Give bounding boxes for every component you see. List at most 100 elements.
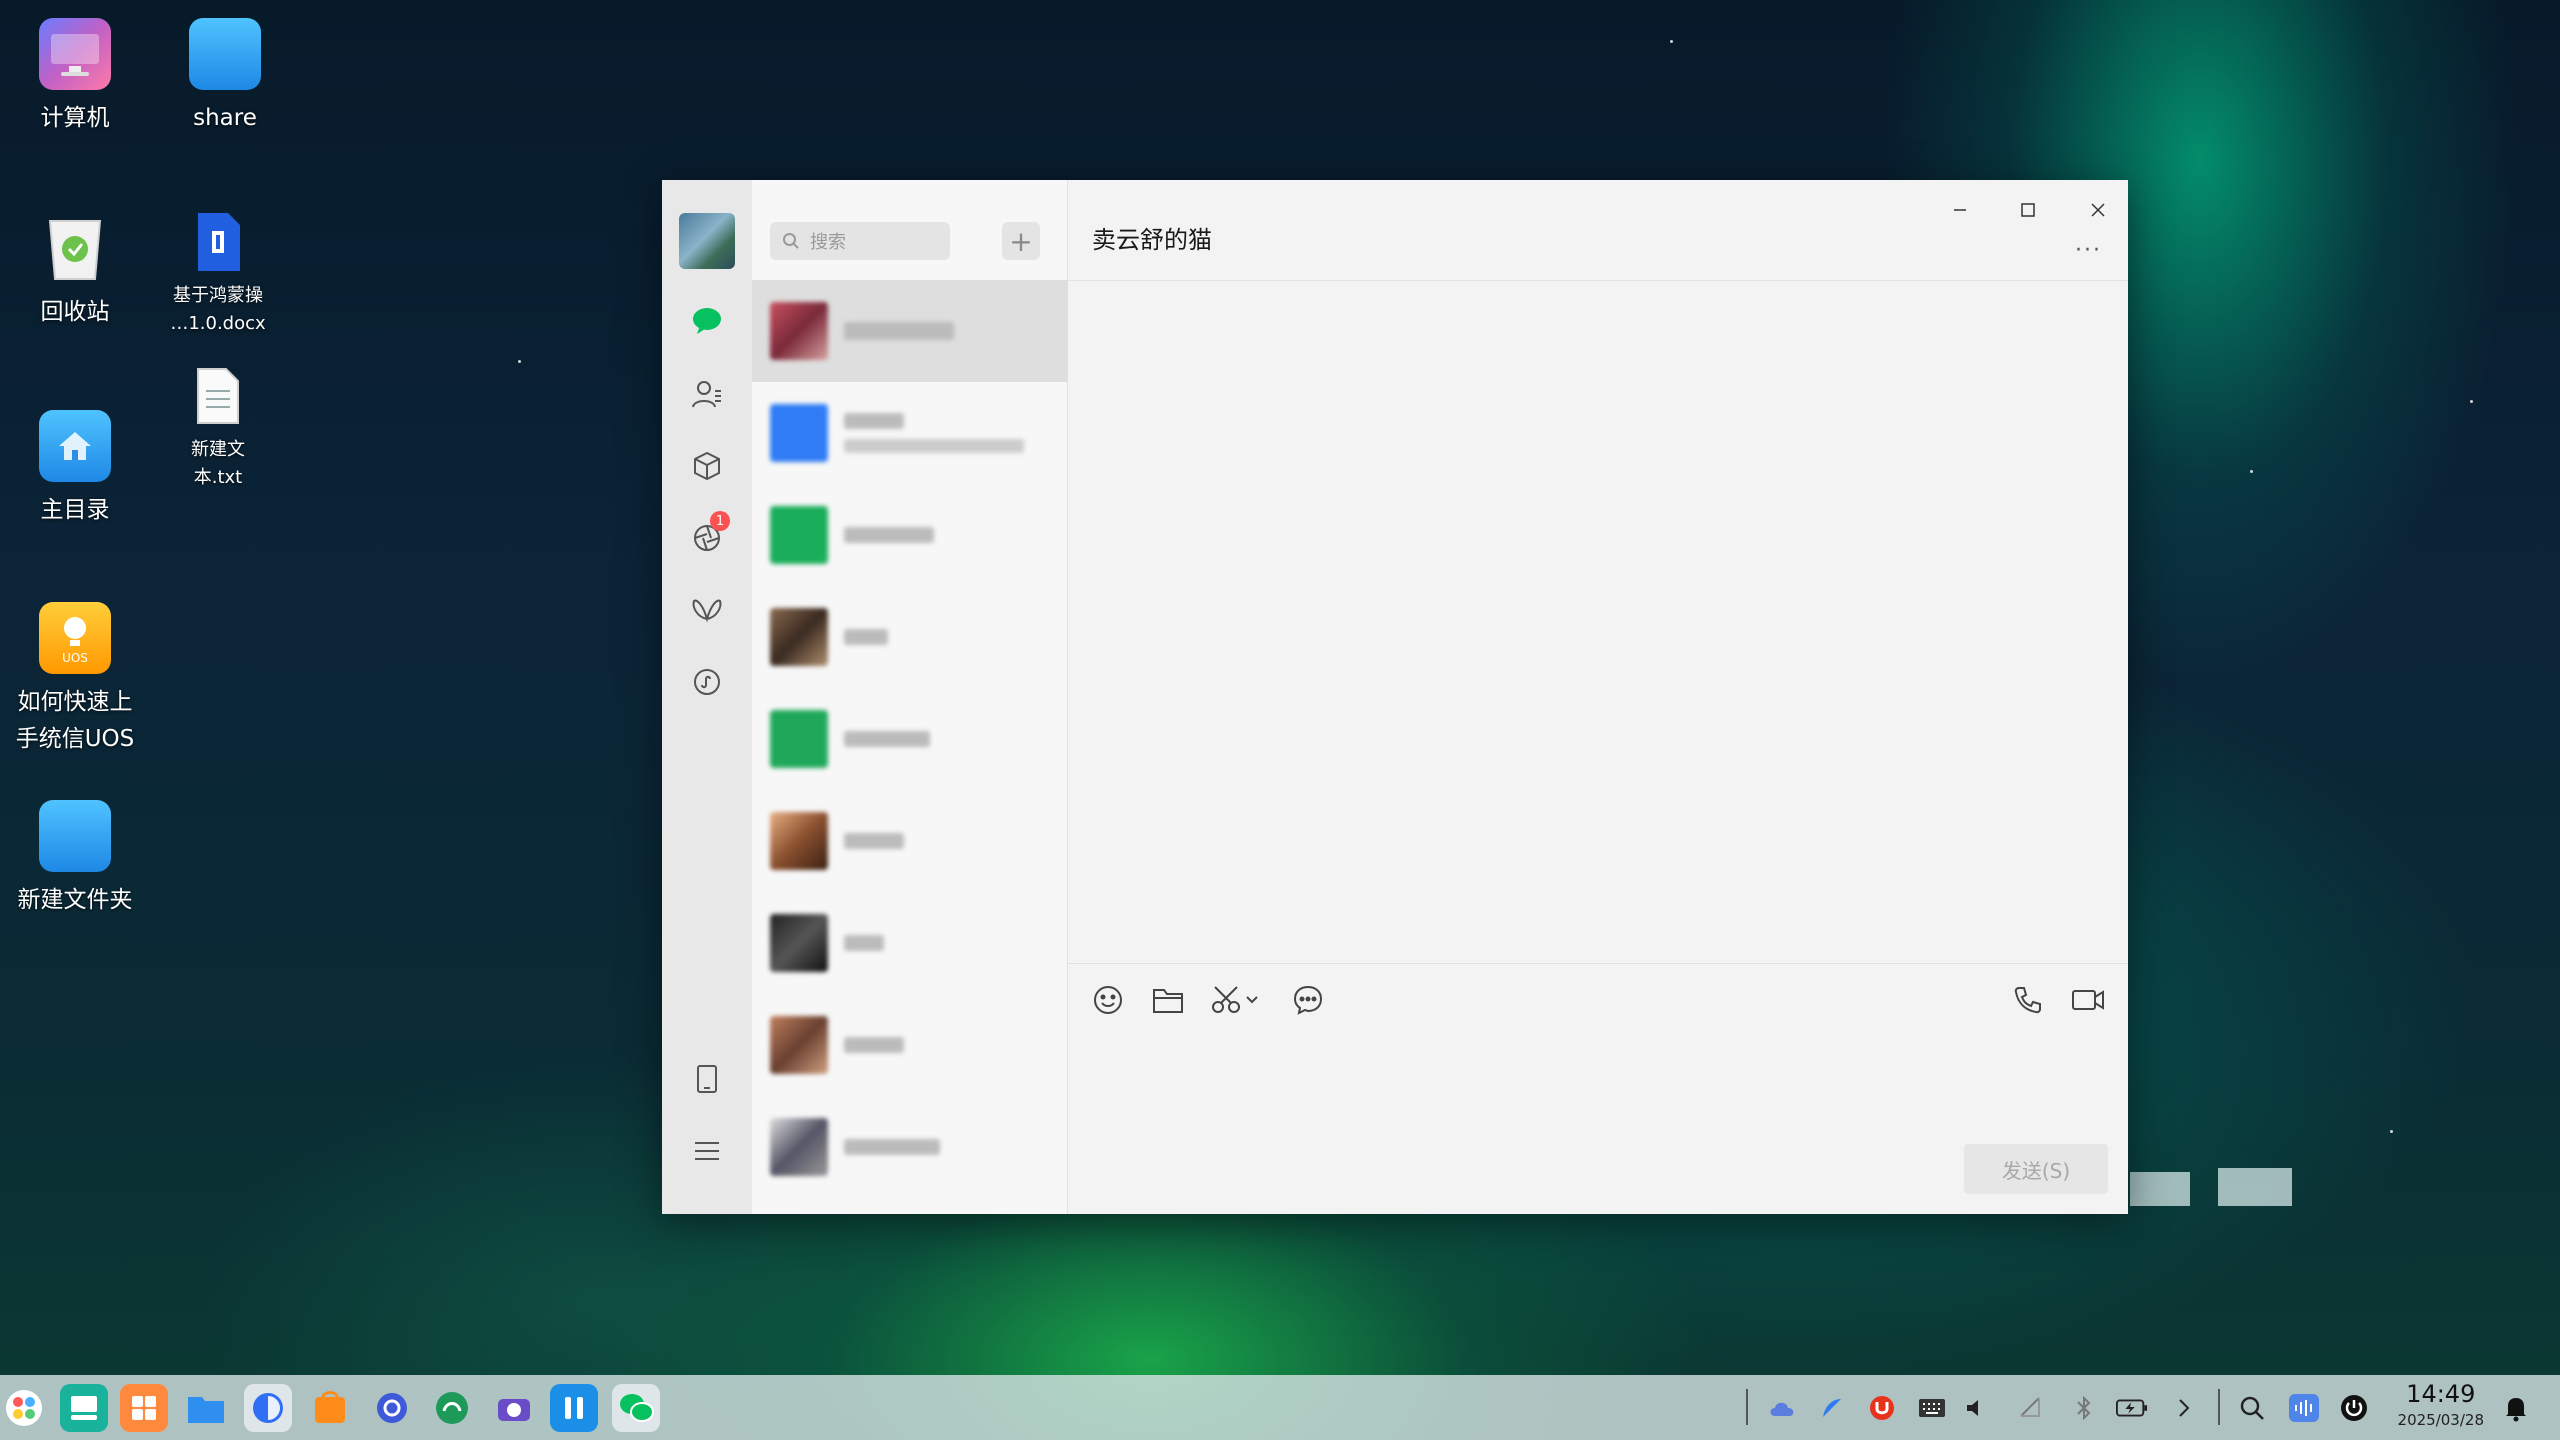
chevron-down-icon	[1246, 996, 1258, 1004]
conversation-text	[844, 935, 884, 951]
send-button[interactable]: 发送(S)	[1964, 1144, 2108, 1194]
tray-bluetooth-button[interactable]	[2068, 1393, 2100, 1423]
chat-bubble-icon	[693, 308, 721, 334]
power-icon	[2341, 1395, 2367, 1421]
conversation-text	[844, 731, 930, 747]
tray-feather-button[interactable]	[1816, 1393, 1848, 1423]
desktop-icon-new-folder[interactable]: 新建文件夹	[0, 800, 150, 919]
send-file-button[interactable]	[1148, 980, 1188, 1020]
chat-nav-button[interactable]	[688, 302, 726, 340]
conversation-item[interactable]	[752, 688, 1068, 790]
tray-volume-button[interactable]	[1960, 1393, 1992, 1423]
conversation-item[interactable]	[752, 484, 1068, 586]
browser-button[interactable]	[244, 1384, 292, 1432]
workspace-switcher-button[interactable]	[120, 1384, 168, 1432]
camera-button[interactable]	[490, 1384, 538, 1432]
user-avatar[interactable]	[679, 213, 735, 269]
notification-badge: 1	[710, 511, 730, 531]
computer-icon	[39, 18, 111, 90]
conversation-item[interactable]	[752, 382, 1068, 484]
document-icon	[182, 206, 254, 278]
voice-assistant-icon	[2289, 1394, 2319, 1422]
conversation-item[interactable]	[752, 790, 1068, 892]
star	[2390, 1130, 2393, 1133]
app-button-blue[interactable]	[550, 1384, 598, 1432]
clock-date: 2025/03/28	[2397, 1411, 2484, 1429]
chat-history-icon	[1293, 985, 1323, 1015]
minimize-icon	[1954, 209, 1966, 211]
video-call-button[interactable]	[2068, 980, 2108, 1020]
desktop-icon-share[interactable]: share	[150, 18, 300, 137]
tray-search-button[interactable]	[2236, 1393, 2268, 1423]
file-manager-button[interactable]	[182, 1384, 230, 1432]
chat-history-button[interactable]	[1288, 980, 1328, 1020]
chevron-right-icon	[2179, 1399, 2190, 1417]
mini-programs-nav-button[interactable]	[688, 663, 726, 701]
conversation-item[interactable]	[752, 892, 1068, 994]
desktop-icon-txt[interactable]: 新建文 本.txt	[143, 360, 293, 492]
desktop-icon-docx[interactable]: 基于鸿蒙操 …1.0.docx	[143, 206, 293, 338]
moments-nav-button[interactable]: 1	[688, 511, 730, 557]
network-icon	[2020, 1397, 2040, 1417]
contacts-nav-button[interactable]	[688, 375, 726, 413]
camera-icon	[498, 1399, 530, 1421]
conversation-text	[844, 527, 934, 543]
conversation-text	[844, 1139, 940, 1155]
emoji-icon	[1094, 986, 1122, 1014]
taskbar-clock[interactable]: 14:49 2025/03/28	[2398, 1379, 2484, 1431]
tray-cloud-button[interactable]	[1766, 1393, 1798, 1423]
clock-time: 14:49	[2406, 1380, 2476, 1408]
emoji-button[interactable]	[1088, 980, 1128, 1020]
tray-security-button[interactable]	[1866, 1393, 1898, 1423]
conversation-avatar	[770, 1016, 828, 1074]
conversation-item[interactable]	[752, 994, 1068, 1096]
star	[2250, 470, 2253, 473]
feather-icon	[1823, 1399, 1841, 1417]
tray-battery-button[interactable]	[2116, 1393, 2148, 1423]
voice-call-button[interactable]	[2008, 980, 2048, 1020]
notification-center-button[interactable]	[2500, 1393, 2532, 1423]
screenshot-options-dropdown[interactable]	[1240, 980, 1264, 1020]
channels-nav-button[interactable]	[688, 591, 726, 629]
favorites-nav-button[interactable]	[688, 447, 726, 485]
desktop-icon-home[interactable]: 主目录	[0, 410, 150, 529]
conversation-avatar	[770, 506, 828, 564]
phone-icon	[2014, 987, 2041, 1014]
blue-app-icon	[565, 1397, 583, 1419]
cloud-icon	[1770, 1402, 1794, 1416]
lightbulb-icon: UOS	[39, 602, 111, 674]
folder-icon	[1153, 989, 1183, 1013]
trash-icon	[39, 212, 111, 284]
conversation-list: 搜索 +	[752, 180, 1068, 1214]
conversation-item[interactable]	[752, 280, 1068, 382]
phone-device-button[interactable]	[688, 1060, 726, 1098]
conversation-item[interactable]	[752, 586, 1068, 688]
app-store-button[interactable]	[306, 1384, 354, 1432]
search-placeholder: 搜索	[810, 232, 846, 253]
menu-button[interactable]	[688, 1132, 726, 1170]
folder-icon	[189, 18, 261, 90]
file-manager-icon	[188, 1397, 224, 1423]
multitask-view-icon	[71, 1396, 97, 1420]
minimize-button[interactable]	[1940, 192, 1980, 228]
launcher-button[interactable]	[0, 1384, 48, 1432]
tray-keyboard-button[interactable]	[1916, 1393, 1948, 1423]
conversation-item[interactable]	[752, 1096, 1068, 1198]
desktop-icon-trash[interactable]: 回收站	[0, 212, 150, 331]
add-button[interactable]: +	[1002, 222, 1040, 260]
desktop-icon-uos-guide[interactable]: UOS 如何快速上 手统信UOS	[0, 602, 150, 758]
tray-network-button[interactable]	[2014, 1393, 2046, 1423]
tray-voice-assistant-button[interactable]	[2288, 1393, 2320, 1423]
more-options-button[interactable]: ···	[2075, 238, 2102, 263]
wechat-taskbar-button[interactable]	[612, 1384, 660, 1432]
close-button[interactable]	[2078, 192, 2118, 228]
app-launcher-green-button[interactable]	[428, 1384, 476, 1432]
tray-expand-button[interactable]	[2168, 1393, 2200, 1423]
mobile-phone-icon	[697, 1065, 717, 1093]
search-input[interactable]: 搜索	[770, 222, 950, 260]
settings-button[interactable]	[368, 1384, 416, 1432]
tray-power-button[interactable]	[2338, 1393, 2370, 1423]
multitask-view-button[interactable]	[60, 1384, 108, 1432]
maximize-button[interactable]	[2008, 192, 2048, 228]
desktop-icon-computer[interactable]: 计算机	[0, 18, 150, 137]
